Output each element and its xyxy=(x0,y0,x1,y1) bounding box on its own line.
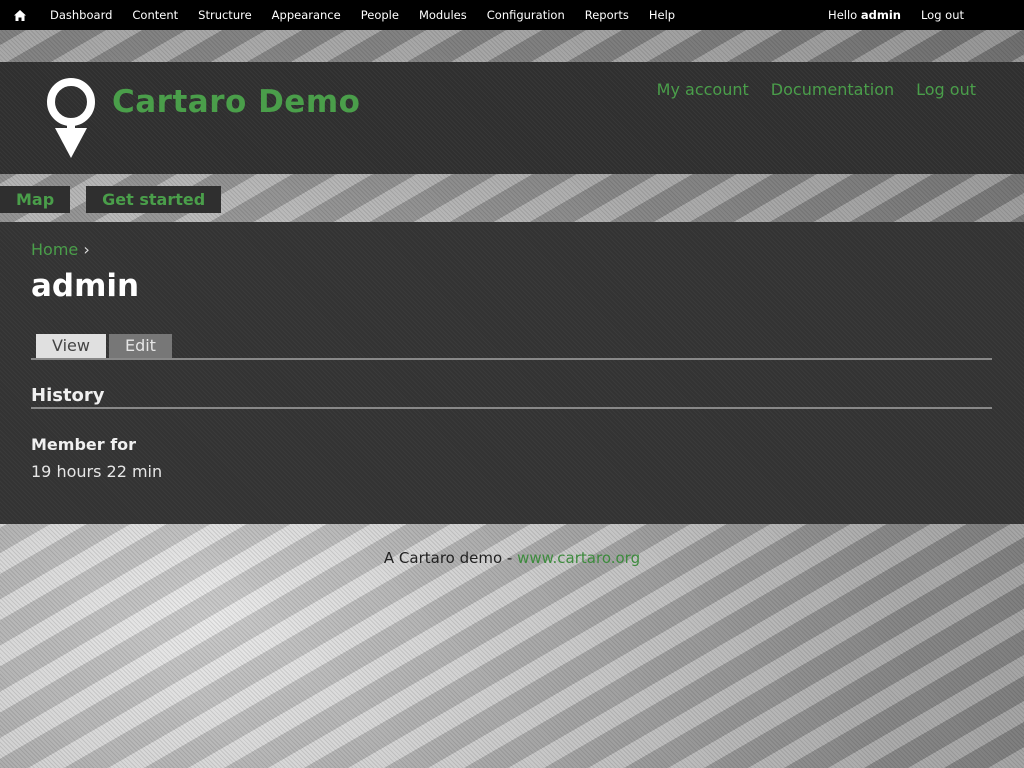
page-tabs: View Edit xyxy=(36,334,172,358)
toolbar-reports[interactable]: Reports xyxy=(575,0,639,30)
breadcrumb-separator: › xyxy=(83,240,90,259)
home-icon[interactable] xyxy=(0,0,40,30)
member-for-value: 19 hours 22 min xyxy=(31,462,163,481)
site-name[interactable]: Cartaro Demo xyxy=(112,84,360,120)
toolbar-configuration[interactable]: Configuration xyxy=(477,0,575,30)
site-header: Cartaro Demo My account Documentation Lo… xyxy=(0,62,1024,174)
map-pin-logo-icon[interactable] xyxy=(46,78,96,158)
toolbar-help[interactable]: Help xyxy=(639,0,685,30)
main-menu-map[interactable]: Map xyxy=(0,186,71,213)
documentation-link[interactable]: Documentation xyxy=(771,80,894,99)
toolbar-dashboard[interactable]: Dashboard xyxy=(40,0,122,30)
breadcrumb-home[interactable]: Home xyxy=(31,240,78,259)
page-title: admin xyxy=(31,268,140,304)
toolbar-user: Hello admin Log out xyxy=(818,0,974,30)
admin-toolbar: Dashboard Content Structure Appearance P… xyxy=(0,0,1024,30)
breadcrumb: Home › xyxy=(31,240,90,259)
tab-view[interactable]: View xyxy=(36,334,106,358)
footer-link[interactable]: www.cartaro.org xyxy=(517,549,640,567)
main-content: Home › admin View Edit History Member fo… xyxy=(0,222,1024,524)
toolbar-greeting: Hello admin xyxy=(818,0,911,30)
hello-text: Hello xyxy=(828,8,858,22)
my-account-link[interactable]: My account xyxy=(657,80,749,99)
toolbar-structure[interactable]: Structure xyxy=(188,0,262,30)
toolbar-appearance[interactable]: Appearance xyxy=(262,0,351,30)
main-menu-get-started[interactable]: Get started xyxy=(86,186,222,213)
tab-edit[interactable]: Edit xyxy=(108,334,172,358)
site-footer: A Cartaro demo - www.cartaro.org xyxy=(0,549,1024,567)
history-heading: History xyxy=(31,385,105,406)
toolbar-content[interactable]: Content xyxy=(122,0,188,30)
history-divider xyxy=(31,407,992,409)
secondary-menu: My account Documentation Log out xyxy=(657,80,976,99)
tabs-divider xyxy=(31,358,992,360)
toolbar-people[interactable]: People xyxy=(351,0,409,30)
header-logout-link[interactable]: Log out xyxy=(916,80,976,99)
main-menu: Map Get started xyxy=(0,186,237,213)
toolbar-username[interactable]: admin xyxy=(861,8,901,22)
toolbar-logout[interactable]: Log out xyxy=(911,0,974,30)
toolbar-menu: Dashboard Content Structure Appearance P… xyxy=(40,0,685,30)
footer-text: A Cartaro demo - xyxy=(383,549,513,567)
toolbar-modules[interactable]: Modules xyxy=(409,0,477,30)
member-for-label: Member for xyxy=(31,435,137,454)
